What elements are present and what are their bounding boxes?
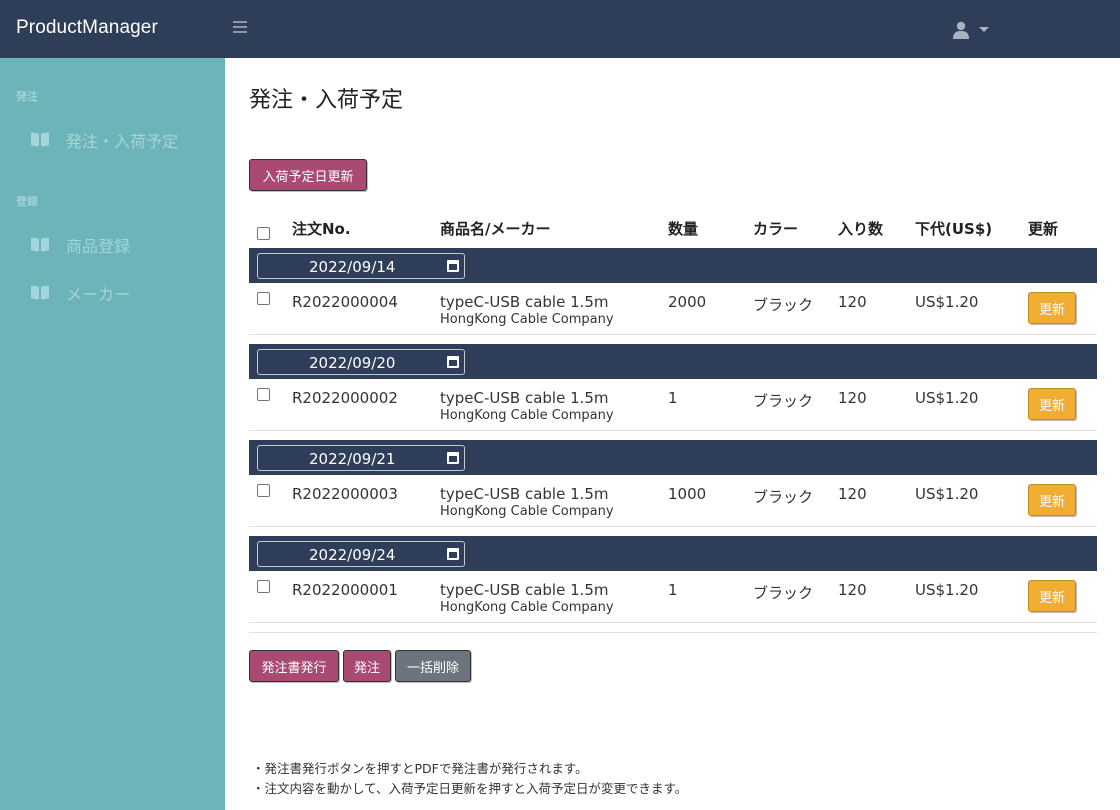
product-name: typeC-USB cable 1.5m [440, 485, 609, 503]
arrival-date-input[interactable]: 2022/09/21 [257, 445, 465, 471]
calendar-icon[interactable] [447, 548, 459, 560]
column-header-per-box: 入り数 [838, 220, 884, 238]
price: US$1.20 [915, 293, 979, 311]
color: ブラック [753, 488, 814, 506]
column-header-order-no: 注文No. [292, 220, 351, 238]
update-row-button[interactable]: 更新 [1028, 484, 1076, 516]
sidebar-section-order: 発注 [16, 90, 38, 103]
sidebar-item-order-arrivals[interactable]: 発注・入荷予定 [31, 127, 178, 153]
row-checkbox[interactable] [257, 484, 270, 497]
row-checkbox[interactable] [257, 580, 270, 593]
maker-name: HongKong Cable Company [440, 504, 614, 519]
book-icon [31, 238, 49, 252]
per-box: 120 [838, 389, 867, 407]
update-arrival-date-button[interactable]: 入荷予定日更新 [249, 159, 367, 191]
product-name: typeC-USB cable 1.5m [440, 389, 609, 407]
price: US$1.20 [915, 485, 979, 503]
order-no: R2022000003 [292, 485, 398, 503]
row-divider [249, 430, 1097, 431]
color: ブラック [753, 584, 814, 602]
date-value: 2022/09/24 [309, 546, 396, 564]
update-row-button[interactable]: 更新 [1028, 580, 1076, 612]
help-note: ・注文内容を動かして、入荷予定日更新を押すと入荷予定日が変更できます。 [252, 781, 688, 796]
order-no: R2022000002 [292, 389, 398, 407]
row-checkbox[interactable] [257, 388, 270, 401]
issue-purchase-order-button[interactable]: 発注書発行 [249, 650, 339, 682]
sidebar-item-product-registration[interactable]: 商品登録 [31, 232, 130, 258]
update-row-button[interactable]: 更新 [1028, 292, 1076, 324]
maker-name: HongKong Cable Company [440, 600, 614, 615]
page-title: 発注・入荷予定 [249, 88, 404, 113]
quantity: 1000 [668, 485, 707, 503]
price: US$1.20 [915, 389, 979, 407]
calendar-icon[interactable] [447, 452, 459, 464]
color: ブラック [753, 392, 814, 410]
arrival-date-input[interactable]: 2022/09/20 [257, 349, 465, 375]
per-box: 120 [838, 581, 867, 599]
top-navbar: ProductManager [0, 0, 1120, 58]
quantity: 1 [668, 581, 678, 599]
maker-name: HongKong Cable Company [440, 408, 614, 423]
sidebar-section-registration: 登録 [16, 195, 38, 208]
row-divider [249, 334, 1097, 335]
row-checkbox[interactable] [257, 292, 270, 305]
sidebar-item-makers[interactable]: メーカー [31, 280, 130, 306]
column-header-price: 下代(US$) [915, 220, 993, 238]
product-name: typeC-USB cable 1.5m [440, 581, 609, 599]
column-header-update: 更新 [1028, 220, 1059, 238]
brand-title[interactable]: ProductManager [16, 17, 158, 39]
arrival-date-input[interactable]: 2022/09/14 [257, 253, 465, 279]
sidebar: 発注 発注・入荷予定 登録 商品登録 メーカー [0, 58, 225, 810]
color: ブラック [753, 296, 814, 314]
book-icon [31, 133, 49, 147]
user-icon[interactable] [953, 21, 969, 39]
date-group-band: 2022/09/20 [249, 344, 1097, 379]
date-value: 2022/09/20 [309, 354, 396, 372]
sidebar-item-label: メーカー [66, 285, 131, 304]
price: US$1.20 [915, 581, 979, 599]
date-group-band: 2022/09/14 [249, 248, 1097, 283]
quantity: 1 [668, 389, 678, 407]
order-no: R2022000001 [292, 581, 398, 599]
date-group-band: 2022/09/21 [249, 440, 1097, 475]
product-name: typeC-USB cable 1.5m [440, 293, 609, 311]
quantity: 2000 [668, 293, 707, 311]
hamburger-icon[interactable] [233, 21, 247, 35]
date-group-band: 2022/09/24 [249, 536, 1097, 571]
arrival-date-input[interactable]: 2022/09/24 [257, 541, 465, 567]
bulk-delete-button[interactable]: 一括削除 [395, 650, 471, 682]
row-divider [249, 622, 1097, 623]
book-icon [31, 286, 49, 300]
date-value: 2022/09/21 [309, 450, 396, 468]
calendar-icon[interactable] [447, 260, 459, 272]
per-box: 120 [838, 485, 867, 503]
row-divider [249, 526, 1097, 527]
sidebar-item-label: 商品登録 [66, 237, 131, 256]
update-row-button[interactable]: 更新 [1028, 388, 1076, 420]
help-note: ・発注書発行ボタンを押すとPDFで発注書が発行されます。 [252, 761, 588, 776]
per-box: 120 [838, 293, 867, 311]
chevron-down-icon[interactable] [979, 27, 989, 32]
column-header-qty: 数量 [668, 220, 699, 238]
select-all-checkbox[interactable] [257, 227, 270, 240]
order-no: R2022000004 [292, 293, 398, 311]
column-header-product: 商品名/メーカー [440, 220, 551, 238]
table-bottom-line [249, 632, 1097, 633]
column-header-color: カラー [753, 220, 799, 238]
maker-name: HongKong Cable Company [440, 312, 614, 327]
date-value: 2022/09/14 [309, 258, 396, 276]
calendar-icon[interactable] [447, 356, 459, 368]
sidebar-item-label: 発注・入荷予定 [66, 132, 179, 151]
order-button[interactable]: 発注 [343, 650, 391, 682]
